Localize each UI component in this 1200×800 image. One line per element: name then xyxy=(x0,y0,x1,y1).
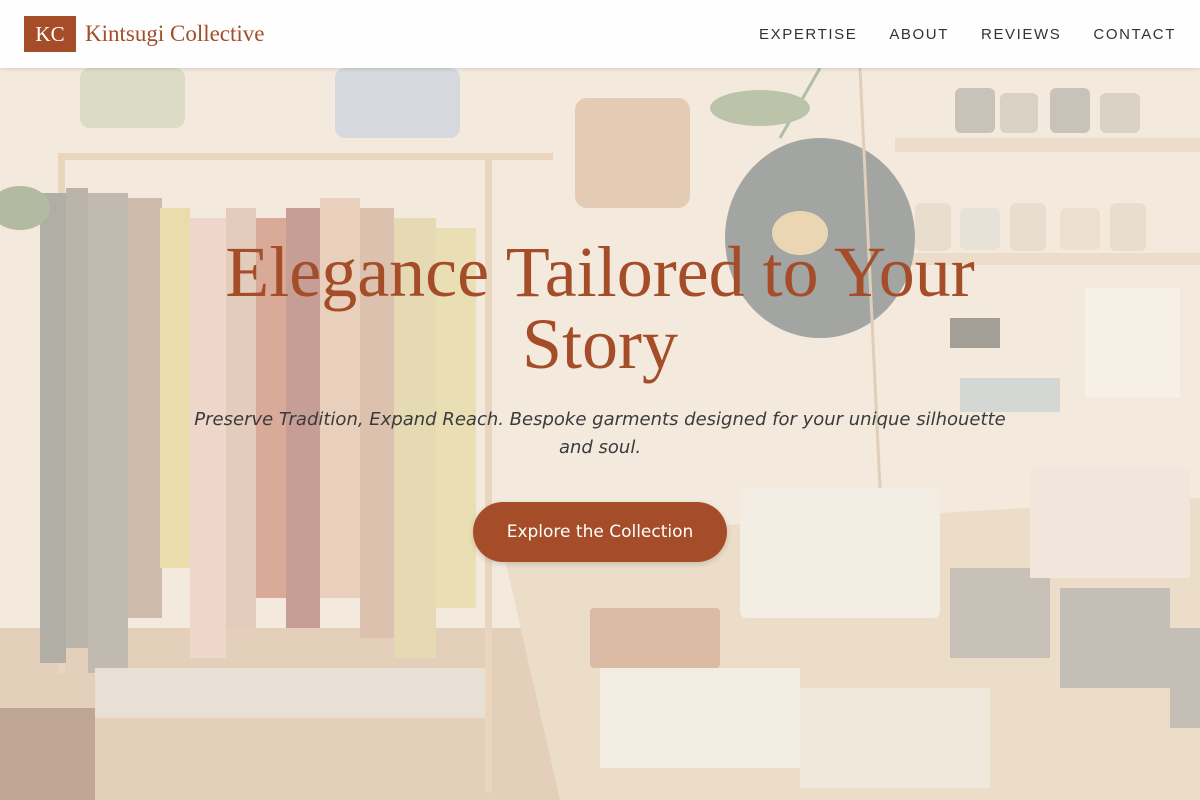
explore-collection-button[interactable]: Explore the Collection xyxy=(473,502,727,562)
main-nav: EXPERTISE ABOUT REVIEWS CONTACT xyxy=(759,26,1176,43)
nav-item-expertise[interactable]: EXPERTISE xyxy=(759,26,857,43)
hero-subtitle: Preserve Tradition, Expand Reach. Bespok… xyxy=(194,409,1006,458)
nav-item-contact[interactable]: CONTACT xyxy=(1093,26,1176,43)
logo-badge: KC xyxy=(24,16,76,52)
nav-item-about[interactable]: ABOUT xyxy=(889,26,949,43)
site-header: KC Kintsugi Collective EXPERTISE ABOUT R… xyxy=(0,0,1200,68)
nav-item-reviews[interactable]: REVIEWS xyxy=(981,26,1061,43)
brand-logo-link[interactable]: KC Kintsugi Collective xyxy=(24,16,265,52)
hero-title: Elegance Tailored to Your Story xyxy=(225,232,975,384)
brand-name: Kintsugi Collective xyxy=(85,21,265,46)
